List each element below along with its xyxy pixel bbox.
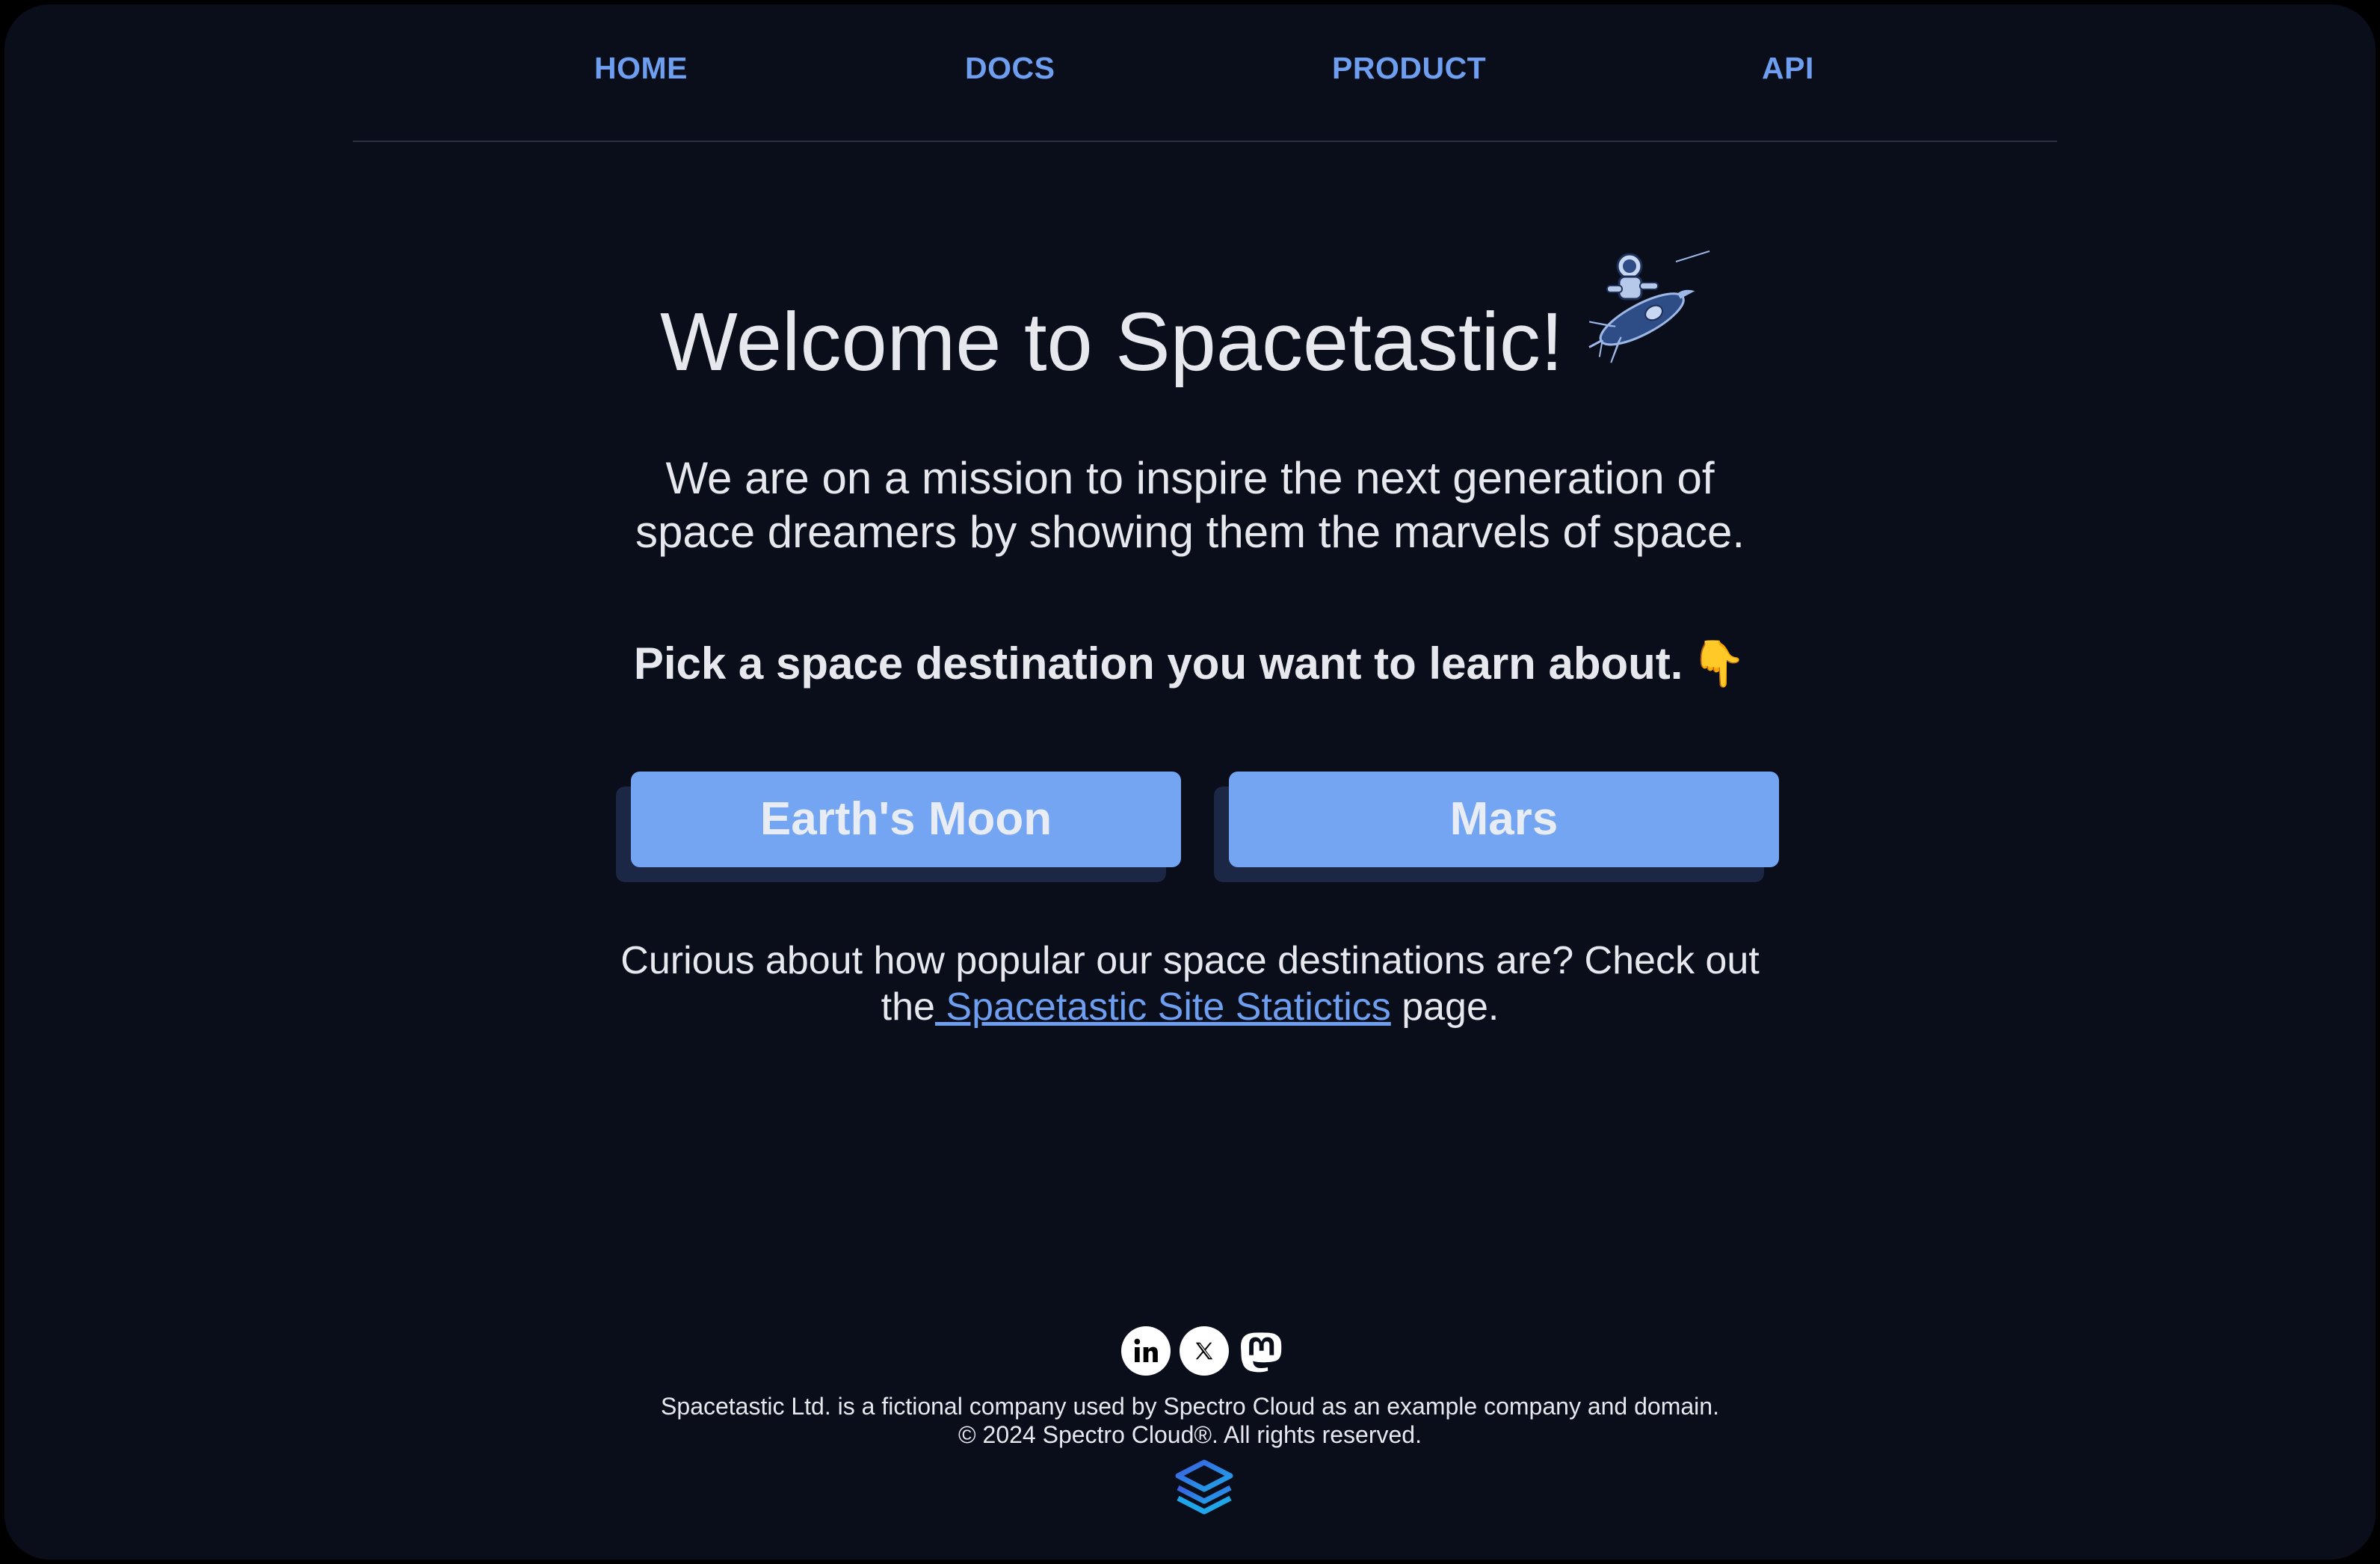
nav-home-link[interactable]: HOME bbox=[594, 51, 688, 86]
pick-destination-heading: Pick a space destination you want to lea… bbox=[4, 637, 2376, 690]
stats-callout: Curious about how popular our space dest… bbox=[4, 938, 2376, 1030]
mission-statement: We are on a mission to inspire the next … bbox=[4, 452, 2376, 559]
mastodon-icon[interactable] bbox=[1238, 1326, 1287, 1376]
earths-moon-button-wrap: Earth's Moon bbox=[616, 772, 1181, 882]
top-nav: HOME DOCS PRODUCT API bbox=[353, 4, 2057, 142]
stats-callout-line-2: the Spacetastic Site Statictics page. bbox=[4, 984, 2376, 1030]
footer-copyright: © 2024 Spectro Cloud®. All rights reserv… bbox=[958, 1421, 1422, 1448]
pointing-down-icon: 👇 bbox=[1690, 638, 1747, 689]
mars-button-wrap: Mars bbox=[1214, 772, 1779, 882]
spectro-cloud-logo[interactable] bbox=[1171, 1459, 1238, 1516]
x-icon[interactable] bbox=[1180, 1326, 1229, 1376]
stats-callout-line-1: Curious about how popular our space dest… bbox=[620, 939, 1760, 982]
app-window: HOME DOCS PRODUCT API Welcome to Spaceta… bbox=[0, 0, 2380, 1564]
nav-docs-link[interactable]: DOCS bbox=[965, 51, 1055, 86]
earths-moon-button[interactable]: Earth's Moon bbox=[631, 772, 1181, 867]
nav-product-link[interactable]: PRODUCT bbox=[1332, 51, 1486, 86]
astronaut-rocket-icon bbox=[1588, 250, 1710, 363]
stats-suffix: page. bbox=[1390, 985, 1499, 1029]
footer-text: Spacetastic Ltd. is a fictional company … bbox=[4, 1392, 2376, 1449]
mars-button[interactable]: Mars bbox=[1229, 772, 1779, 867]
linkedin-icon[interactable] bbox=[1121, 1326, 1171, 1376]
nav-api-link[interactable]: API bbox=[1762, 51, 1814, 86]
footer-disclaimer: Spacetastic Ltd. is a fictional company … bbox=[661, 1393, 1719, 1420]
mission-line-2: space dreamers by showing them the marve… bbox=[635, 507, 1745, 557]
social-links bbox=[1121, 1326, 1287, 1377]
mission-line-1: We are on a mission to inspire the next … bbox=[665, 453, 1715, 503]
pick-destination-text: Pick a space destination you want to lea… bbox=[633, 638, 1683, 689]
stats-prefix: the bbox=[881, 985, 935, 1029]
page-title-text: Welcome to Spacetastic! bbox=[660, 296, 1564, 388]
site-statistics-link[interactable]: Spacetastic Site Statictics bbox=[935, 985, 1390, 1029]
